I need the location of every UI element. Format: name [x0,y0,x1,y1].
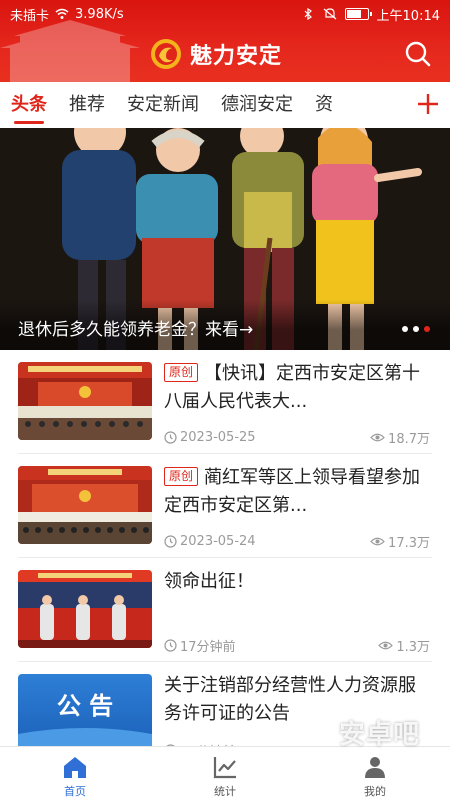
news-thumbnail [18,362,152,440]
bottom-nav: 首页 统计 我的 [0,746,450,800]
carrier-text: 未插卡 [10,8,50,24]
tab-info[interactable]: 资 [304,82,344,128]
announcement-thumb-text: 公 告 [57,692,113,720]
channel-tabs: 头条 推荐 安定新闻 德润安定 资 [0,82,450,128]
news-headline: 领命出征！ [164,568,430,596]
news-title: 领命出征！ [164,571,254,592]
watermark: 安卓吧 [338,720,420,750]
banner-carousel[interactable]: 退休后多久能领养老金？来看→ [0,128,450,350]
battery-level [346,10,361,18]
nav-home[interactable]: 首页 [0,747,150,800]
news-headline: 原创 蔺红军等区上领导看望参加定西市安定区第... [164,464,430,520]
news-date: 2023-05-24 [180,533,256,549]
news-thumbnail [18,466,152,544]
mute-icon [323,8,336,20]
app-screen: 未插卡 3.98K/s 上午10:14 魅力安定 头条 推荐 安定新闻 德润安定… [0,0,450,800]
view-count-text: 18.7万 [388,431,430,447]
carousel-dot [402,326,408,332]
carousel-dot-active [424,326,430,332]
clock-icon [164,638,177,652]
nav-profile[interactable]: 我的 [300,747,450,800]
original-badge: 原创 [164,467,199,486]
eye-icon [370,433,385,441]
news-item[interactable]: 领命出征！ 17分钟前 1.3万 [18,558,432,662]
news-title: 蔺红军等区上领导看望参加定西市安定区第... [164,467,421,516]
nav-home-label: 首页 [64,785,86,798]
carousel-indicator [402,326,430,332]
news-meta: 2023-05-25 18.7万 [164,428,430,447]
add-channel-icon[interactable] [414,90,442,118]
tab-recommend[interactable]: 推荐 [58,82,116,128]
search-icon[interactable] [404,40,432,68]
news-date: 2023-05-25 [180,429,256,445]
news-item[interactable]: 原创 蔺红军等区上领导看望参加定西市安定区第... 2023-05-24 17.3… [18,454,432,558]
status-bar: 未插卡 3.98K/s 上午10:14 [0,0,450,28]
news-meta: 2023-05-24 17.3万 [164,532,430,551]
chart-icon [213,757,236,779]
battery-icon [344,8,372,20]
news-meta: 17分钟前 1.3万 [164,636,430,655]
eye-icon [378,641,394,649]
app-logo-icon [151,39,181,69]
tab-anding-news[interactable]: 安定新闻 [116,82,210,128]
carousel-dot [413,326,419,332]
bluetooth-icon [304,8,312,20]
nav-profile-label: 我的 [364,785,386,798]
view-count: 18.7万 [370,428,430,447]
view-count-text: 17.3万 [388,535,430,551]
nav-stats[interactable]: 统计 [150,747,300,800]
news-headline: 原创 【快讯】定西市安定区第十八届人民代表大... [164,360,430,416]
home-icon [64,757,86,778]
original-badge: 原创 [164,363,199,382]
view-count-text: 1.3万 [396,639,430,655]
network-speed: 3.98K/s [75,6,124,22]
clock-icon [164,430,177,444]
news-thumbnail: 公 告 [18,674,152,752]
user-icon [365,757,385,778]
tab-derun-anding[interactable]: 德润安定 [210,82,304,128]
clock-icon [164,534,177,548]
app-title: 魅力安定 [190,43,283,69]
news-date: 17分钟前 [180,639,236,655]
view-count: 1.3万 [378,636,430,655]
app-header: 未插卡 3.98K/s 上午10:14 魅力安定 [0,0,450,82]
tab-headline[interactable]: 头条 [0,82,58,128]
tabs-fade [386,82,416,128]
news-item[interactable]: 原创 【快讯】定西市安定区第十八届人民代表大... 2023-05-25 18.7… [18,350,432,454]
eye-icon [370,537,385,545]
nav-stats-label: 统计 [214,785,236,798]
brand: 魅力安定 [150,36,282,72]
news-title: 【快讯】定西市安定区第十八届人民代表大... [164,363,421,412]
view-count: 17.3万 [370,532,430,551]
wifi-icon [55,8,69,19]
news-thumbnail [18,570,152,648]
clock: 上午10:14 [376,8,440,24]
banner-title[interactable]: 退休后多久能领养老金？来看→ [18,315,253,340]
